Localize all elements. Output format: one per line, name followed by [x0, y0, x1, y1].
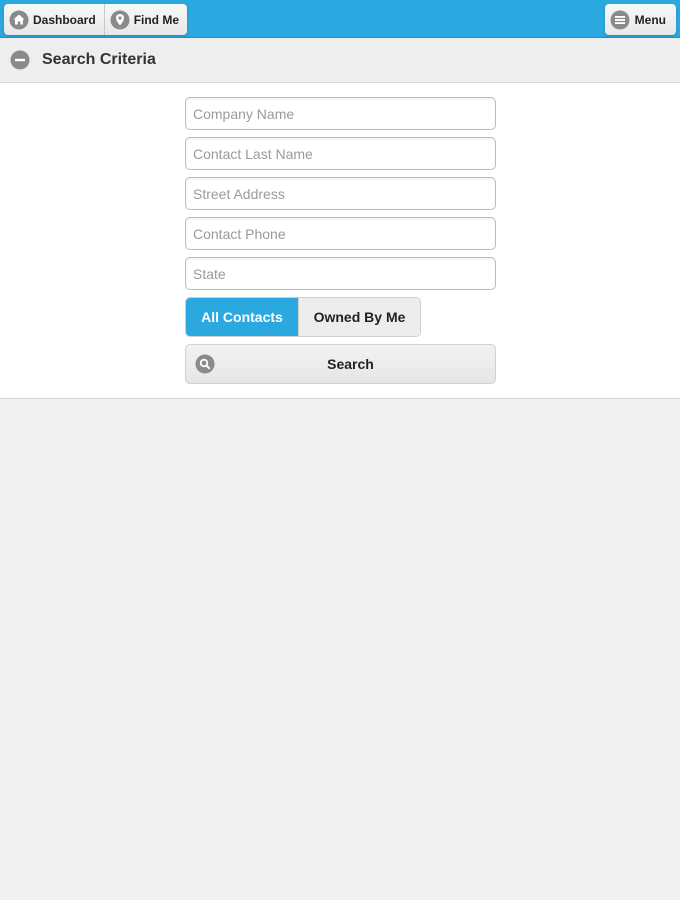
dashboard-button[interactable]: Dashboard	[4, 4, 105, 35]
dashboard-label: Dashboard	[33, 12, 96, 27]
contact-scope-toggle: All Contacts Owned By Me	[185, 297, 421, 337]
contact-last-name-input[interactable]	[185, 137, 496, 170]
search-form: All Contacts Owned By Me Search	[0, 83, 680, 399]
street-address-input[interactable]	[185, 177, 496, 210]
top-toolbar: Dashboard Find Me Menu	[0, 0, 680, 38]
search-button[interactable]: Search	[185, 344, 496, 384]
home-icon	[9, 10, 29, 30]
owned-by-me-option[interactable]: Owned By Me	[298, 298, 420, 336]
section-title: Search Criteria	[42, 51, 156, 68]
hamburger-icon	[610, 10, 630, 30]
find-me-label: Find Me	[133, 12, 180, 27]
contact-phone-input[interactable]	[185, 217, 496, 250]
all-contacts-option[interactable]: All Contacts	[186, 298, 298, 336]
menu-button[interactable]: Menu	[604, 4, 676, 35]
search-button-label: Search	[327, 356, 374, 372]
company-name-input[interactable]	[185, 97, 496, 130]
search-criteria-header[interactable]: Search Criteria	[0, 38, 680, 83]
menu-label: Menu	[634, 12, 666, 27]
find-me-button[interactable]: Find Me	[104, 4, 188, 35]
state-input[interactable]	[185, 257, 496, 290]
collapse-minus-icon[interactable]	[10, 50, 30, 70]
toolbar-left-group: Dashboard Find Me	[4, 4, 188, 35]
location-pin-icon	[110, 10, 130, 30]
